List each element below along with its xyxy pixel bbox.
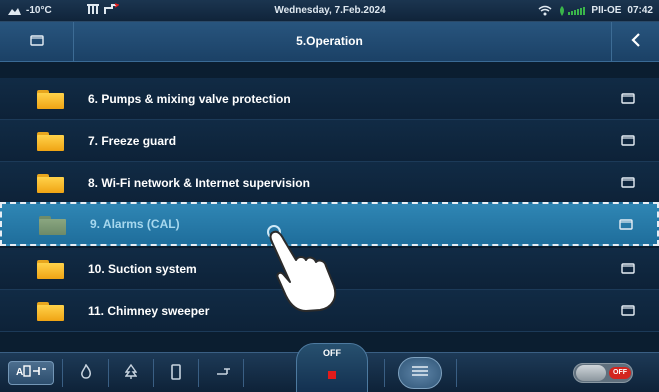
date-display: Wednesday, 7.Feb.2024 <box>274 5 386 16</box>
menu-item-wifi-supervision[interactable]: 8. Wi-Fi network & Internet supervision <box>0 162 659 204</box>
tree-icon[interactable] <box>124 363 138 385</box>
header: 5.Operation <box>0 22 659 62</box>
bottom-bar: A OFF OFF <box>0 343 659 392</box>
clock: 07:42 <box>627 5 653 16</box>
divider <box>153 359 154 387</box>
folder-icon <box>37 90 64 109</box>
toggle-label: OFF <box>609 367 631 379</box>
pump-icon[interactable] <box>215 364 231 385</box>
open-folder-icon[interactable] <box>621 261 635 279</box>
open-folder-icon[interactable] <box>621 303 635 321</box>
off-button[interactable]: OFF <box>296 343 368 392</box>
menu-item-label: 8. Wi-Fi network & Internet supervision <box>88 175 310 190</box>
auto-mode-button[interactable]: A <box>8 361 54 385</box>
cloud-icon <box>6 6 22 16</box>
menu-item-label: 6. Pumps & mixing valve protection <box>88 91 291 106</box>
wifi-icon <box>538 5 552 16</box>
open-folder-icon[interactable] <box>621 175 635 193</box>
divider <box>62 359 63 387</box>
menu-button[interactable] <box>398 357 442 389</box>
status-bar: -10°C Wednesday, 7.Feb.2024 PII-OE 07:42 <box>0 0 659 22</box>
menu-item-label: 7. Freeze guard <box>88 133 177 148</box>
folder-icon <box>37 302 64 321</box>
outdoor-temperature: -10°C <box>26 5 52 16</box>
chevron-left-icon <box>630 32 641 53</box>
open-folder-icon[interactable] <box>619 217 633 235</box>
menu-item-label: 10. Suction system <box>88 261 197 276</box>
open-folder-icon[interactable] <box>621 91 635 109</box>
pipe-icon <box>103 3 120 18</box>
menu-item-pumps[interactable]: 6. Pumps & mixing valve protection <box>0 78 659 120</box>
divider <box>243 359 244 387</box>
page-title: 5.Operation <box>296 34 363 48</box>
divider <box>108 359 109 387</box>
divider <box>198 359 199 387</box>
leaf-signal-icon <box>558 5 586 16</box>
boiler-icon[interactable] <box>170 364 182 385</box>
menu-item-label: 9. Alarms (CAL) <box>90 217 180 231</box>
folder-icon <box>37 132 64 151</box>
folder-icon <box>39 216 66 235</box>
tap-hand-icon <box>262 220 354 317</box>
folder-icon <box>37 260 64 279</box>
divider <box>384 359 385 387</box>
menu-icon <box>411 364 429 382</box>
back-button[interactable] <box>611 22 659 62</box>
power-toggle-icon <box>576 365 606 381</box>
divider <box>456 359 457 387</box>
menu-item-label: 11. Chimney sweeper <box>88 303 210 318</box>
power-toggle[interactable]: OFF <box>573 363 633 383</box>
flame-icon[interactable] <box>80 363 92 385</box>
auto-mode-icon: A <box>15 364 47 383</box>
folder-icon <box>37 174 64 193</box>
off-label: OFF <box>323 348 341 358</box>
device-name: PII-OE <box>591 5 622 16</box>
stop-icon <box>328 371 336 379</box>
svg-text:A: A <box>16 367 23 378</box>
menu-item-freeze-guard[interactable]: 7. Freeze guard <box>0 120 659 162</box>
grid-icon <box>86 3 100 18</box>
open-folder-icon[interactable] <box>621 133 635 151</box>
